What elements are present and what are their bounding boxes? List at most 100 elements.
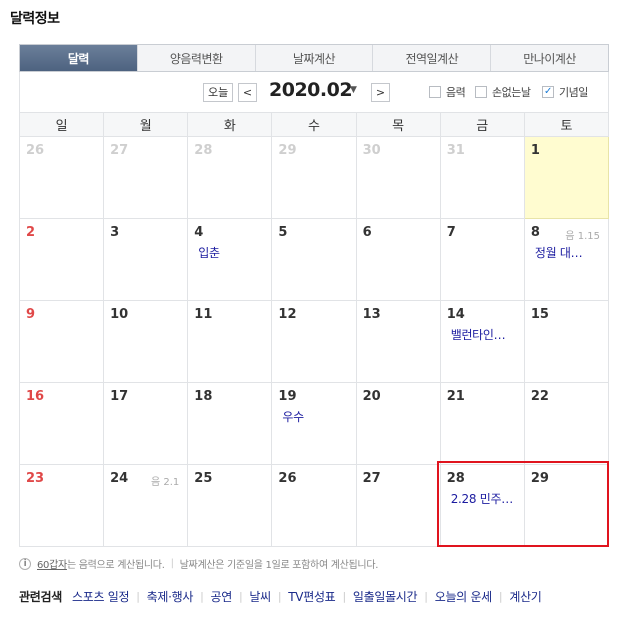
day-number: 4	[194, 225, 204, 240]
calendar-day[interactable]: 22	[523, 382, 610, 465]
related-link[interactable]: 날씨	[249, 588, 271, 605]
day-number: 23	[26, 471, 45, 486]
calendar-day[interactable]: 7	[439, 218, 525, 301]
no-evil-day-checkbox[interactable]: 손없는날	[475, 84, 531, 100]
note-text-1: 는 음력으로 계산됩니다.	[66, 560, 165, 571]
day-number: 26	[278, 471, 297, 486]
day-number: 26	[26, 143, 45, 158]
checkbox-icon[interactable]: ✓	[542, 86, 554, 98]
tab-age-calc[interactable]: 만나이계산	[490, 45, 608, 71]
weekday-label: 금	[439, 112, 525, 137]
checkbox-icon[interactable]	[429, 86, 441, 98]
calendar-day[interactable]: 9	[18, 300, 105, 383]
day-number: 7	[446, 225, 456, 240]
day-number: 27	[110, 143, 129, 158]
sexagenary-link[interactable]: 60갑자	[37, 556, 67, 571]
related-link[interactable]: 계산기	[509, 588, 542, 605]
calendar-day[interactable]: 14 밸런타인…	[439, 300, 525, 383]
chevron-down-icon[interactable]: ▼	[350, 85, 357, 95]
divider: |	[136, 590, 140, 603]
weekday-header: 일월화수목금토	[18, 112, 610, 137]
day-number: 18	[194, 389, 213, 404]
day-number: 1	[530, 143, 540, 158]
today-button[interactable]: 오늘	[203, 83, 234, 102]
anniversary-checkbox-label: 기념일	[559, 86, 588, 99]
calendar-controls: 오늘 < 2020.02 ▼ > 음력 손없는날 ✓ 기념일	[19, 72, 609, 112]
tab-lunar-convert[interactable]: 양음력변환	[136, 45, 255, 71]
day-number: 5	[278, 225, 288, 240]
weekday-label: 토	[523, 112, 610, 137]
weekday-label: 수	[271, 112, 357, 137]
calendar-day[interactable]: 16	[18, 382, 105, 465]
month-selector[interactable]: 2020.02	[269, 79, 353, 101]
day-number: 30	[362, 143, 381, 158]
tab-calendar[interactable]: 달력	[20, 45, 137, 71]
calendar-day[interactable]: 19 우수	[271, 382, 357, 465]
calendar-day[interactable]: 21	[439, 382, 525, 465]
tab-date-calc[interactable]: 날짜계산	[254, 45, 373, 71]
tab-bar: 달력 양음력변환 날짜계산 전역일계산 만나이계산	[19, 44, 609, 72]
lunar-date: 음 2.1	[150, 477, 180, 488]
calendar-day[interactable]: 30	[355, 136, 441, 219]
event-label[interactable]: 입춘	[198, 244, 265, 261]
calendar-day[interactable]: 29	[523, 464, 610, 547]
related-link[interactable]: TV편성표	[288, 588, 335, 605]
prev-month-button[interactable]: <	[238, 83, 257, 102]
calendar-day[interactable]: 29	[271, 136, 357, 219]
related-link[interactable]: 스포츠 일정	[72, 588, 130, 605]
calendar-day[interactable]: 24 음 2.1	[103, 464, 189, 547]
day-number: 13	[362, 307, 381, 322]
calendar-week: 23 24 음 2.1 25 26 27 28 2.28 민주… 29	[18, 464, 610, 547]
calendar-day[interactable]: 27	[355, 464, 441, 547]
info-icon: i	[19, 557, 31, 570]
divider: |	[200, 590, 204, 603]
calendar-day[interactable]: 1	[523, 136, 610, 219]
calendar-day[interactable]: 23	[18, 464, 105, 547]
event-label[interactable]: 2.28 민주…	[451, 490, 518, 507]
calendar-day[interactable]: 3	[103, 218, 189, 301]
event-label[interactable]: 정월 대…	[535, 244, 602, 261]
calendar-day[interactable]: 20	[355, 382, 441, 465]
related-link[interactable]: 일출일몰시간	[353, 588, 418, 605]
day-number: 12	[278, 307, 297, 322]
calendar-day[interactable]: 11	[187, 300, 273, 383]
event-label[interactable]: 밸런타인…	[451, 326, 518, 343]
weekday-label: 월	[103, 112, 189, 137]
calendar-day[interactable]: 15	[523, 300, 610, 383]
calendar-day[interactable]: 12	[271, 300, 357, 383]
related-link[interactable]: 축제·행사	[147, 588, 194, 605]
no-evil-day-checkbox-label: 손없는날	[492, 86, 531, 99]
calendar-day[interactable]: 2	[18, 218, 105, 301]
checkbox-icon[interactable]	[475, 86, 487, 98]
calendar-day[interactable]: 6	[355, 218, 441, 301]
calendar-day[interactable]: 13	[355, 300, 441, 383]
lunar-checkbox[interactable]: 음력	[429, 84, 466, 100]
related-link[interactable]: 공연	[210, 588, 232, 605]
calendar-day[interactable]: 8음 1.15 정월 대…	[523, 218, 610, 301]
day-number: 19	[278, 389, 297, 404]
calendar-day[interactable]: 17	[103, 382, 189, 465]
day-number: 28	[194, 143, 213, 158]
calendar-week: 9 10 11 12 13 14 밸런타인… 15	[18, 300, 610, 383]
event-label[interactable]: 우수	[282, 408, 349, 425]
calendar-day[interactable]: 31	[439, 136, 525, 219]
day-number: 6	[362, 225, 372, 240]
calendar-day[interactable]: 28	[187, 136, 273, 219]
day-number: 27	[362, 471, 381, 486]
calendar-day[interactable]: 26	[18, 136, 105, 219]
related-link[interactable]: 오늘의 운세	[435, 588, 493, 605]
calendar-day[interactable]: 26	[271, 464, 357, 547]
day-number: 29	[530, 471, 549, 486]
next-month-button[interactable]: >	[371, 83, 390, 102]
calendar-day[interactable]: 27	[103, 136, 189, 219]
tab-discharge-calc[interactable]: 전역일계산	[372, 45, 490, 71]
calendar-day[interactable]: 10	[103, 300, 189, 383]
anniversary-checkbox[interactable]: ✓ 기념일	[542, 84, 588, 100]
lunar-checkbox-label: 음력	[446, 86, 466, 99]
calendar-day[interactable]: 28 2.28 민주…	[439, 464, 525, 547]
calendar-day[interactable]: 18	[187, 382, 273, 465]
note-text-2: 날짜계산은 기준일을 1일로 포함하여 계산됩니다.	[179, 560, 379, 571]
calendar-day[interactable]: 5	[271, 218, 357, 301]
calendar-day[interactable]: 25	[187, 464, 273, 547]
calendar-day[interactable]: 4 입춘	[187, 218, 273, 301]
